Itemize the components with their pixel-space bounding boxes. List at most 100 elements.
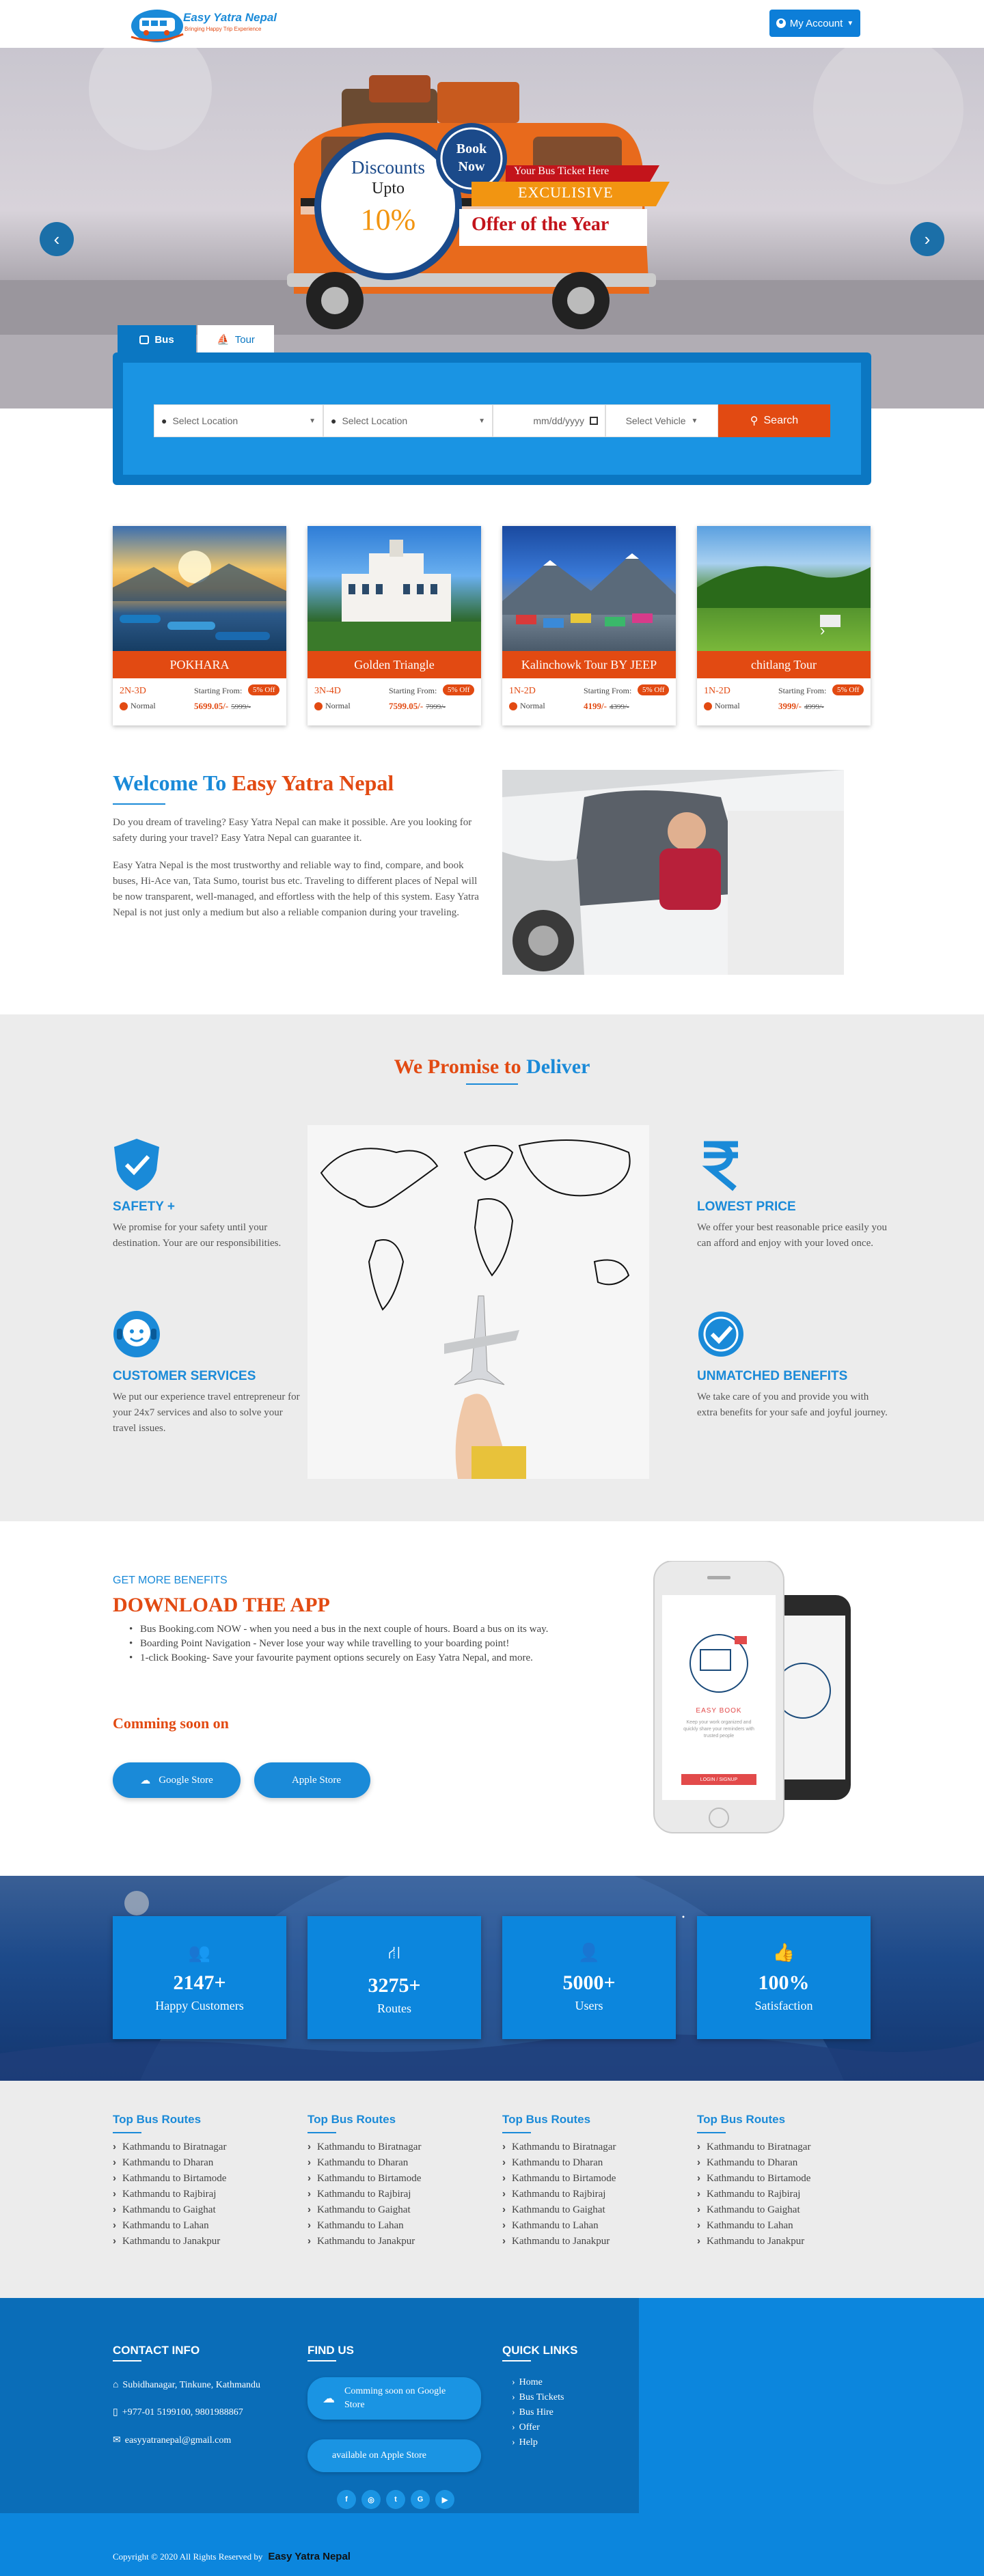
chevron-down-icon: ▼ — [691, 417, 698, 425]
search-button[interactable]: ⚲ Search — [718, 404, 830, 437]
google-icon[interactable]: G — [411, 2490, 430, 2509]
route-link[interactable]: Kathmandu to Janakpur — [113, 2235, 286, 2247]
tour-price-value: 4199/- — [584, 701, 607, 711]
route-link[interactable]: Kathmandu to Biratnagar — [308, 2141, 481, 2153]
route-link[interactable]: Kathmandu to Lahan — [113, 2219, 286, 2232]
route-link[interactable]: Kathmandu to Janakpur — [697, 2235, 871, 2247]
tour-card[interactable]: POKHARA 2N-3D Starting From: 5% Off Norm… — [113, 526, 286, 725]
route-link[interactable]: Kathmandu to Biratnagar — [697, 2141, 871, 2153]
thumbs-up-icon: 👍 — [772, 1942, 795, 1963]
route-link[interactable]: Kathmandu to Gaighat — [502, 2204, 676, 2216]
list-item-text: Bus Booking.com NOW - when you need a bu… — [140, 1624, 549, 1635]
discount-badge: 5% Off — [638, 684, 670, 695]
quick-link-home[interactable]: › Home — [512, 2377, 564, 2388]
route-link[interactable]: Kathmandu to Dharan — [308, 2157, 481, 2169]
route-link[interactable]: Kathmandu to Lahan — [697, 2219, 871, 2232]
route-link[interactable]: Kathmandu to Biratnagar — [502, 2141, 676, 2153]
quick-link-bus-tickets[interactable]: › Bus Tickets — [512, 2392, 564, 2403]
stat-number: 2147+ — [173, 1971, 226, 1994]
tour-image-chitlang: › — [697, 526, 871, 651]
starting-from-label: Starting From: — [389, 686, 437, 695]
tour-card[interactable]: Golden Triangle 3N-4D Starting From: 5% … — [308, 526, 481, 725]
copyright-brand: Easy Yatra Nepal — [268, 2551, 351, 2562]
route-link[interactable]: Kathmandu to Birtamode — [113, 2172, 286, 2185]
user-icon: 👤 — [577, 1942, 601, 1963]
route-link[interactable]: Kathmandu to Dharan — [697, 2157, 871, 2169]
heading-underline — [113, 2132, 141, 2133]
email-link[interactable]: ✉ easyyatranepal@gmail.com — [113, 2435, 231, 2446]
route-link[interactable]: Kathmandu to Gaighat — [697, 2204, 871, 2216]
feature-title: LOWEST PRICE — [697, 1200, 796, 1214]
route-link[interactable]: Kathmandu to Rajbiraj — [308, 2188, 481, 2200]
youtube-icon[interactable]: ▶ — [435, 2490, 454, 2509]
route-link[interactable]: Kathmandu to Janakpur — [308, 2235, 481, 2247]
slider-next-button[interactable]: › — [910, 222, 944, 256]
slider-prev-button[interactable]: ‹ — [40, 222, 74, 256]
footer-apple-store-button[interactable]: available on Apple Store — [308, 2439, 481, 2472]
google-store-button[interactable]: ☁ Google Store — [113, 1762, 241, 1798]
list-item: • 1-click Booking- Save your favourite pa… — [129, 1652, 533, 1663]
from-location-select[interactable]: ● Select Location ▼ — [154, 404, 323, 437]
welcome-title-brand: Easy Yatra Nepal — [232, 771, 394, 795]
stat-number: 3275+ — [368, 1974, 421, 1997]
stat-card-users: 👤 5000+ Users — [502, 1916, 676, 2039]
phone[interactable]: ▯ +977-01 5199100, 9801988867 — [113, 2407, 243, 2418]
category-icon — [120, 702, 128, 710]
footer-google-store-button[interactable]: ☁ Comming soon on Google Store — [308, 2377, 481, 2420]
from-location-placeholder: Select Location — [172, 415, 238, 426]
stat-label: Routes — [377, 2002, 411, 2015]
date-placeholder: mm/dd/yyyy — [533, 415, 584, 426]
tour-old-price: 4999/- — [804, 703, 824, 711]
list-item: • Boarding Point Navigation - Never lose … — [129, 1638, 510, 1649]
route-link[interactable]: Kathmandu to Birtamode — [697, 2172, 871, 2185]
apple-store-button[interactable]: Apple Store — [254, 1762, 370, 1798]
stat-label: Users — [575, 1999, 603, 2012]
route-link[interactable]: Kathmandu to Birtamode — [502, 2172, 676, 2185]
site-header: Easy Yatra Nepal Bringing Happy Trip Exp… — [0, 0, 984, 48]
my-account-button[interactable]: My Account ▼ — [769, 10, 860, 37]
route-link[interactable]: Kathmandu to Gaighat — [113, 2204, 286, 2216]
quick-link-help[interactable]: › Help — [512, 2437, 564, 2448]
route-link[interactable]: Kathmandu to Gaighat — [308, 2204, 481, 2216]
feature-unmatched-benefits: UNMATCHED BENEFITS We take care of you a… — [697, 1307, 888, 1421]
travel-date-input[interactable]: mm/dd/yyyy — [493, 404, 605, 437]
instagram-icon[interactable]: ◎ — [361, 2490, 381, 2509]
tab-tour[interactable]: ⛵ Tour — [197, 325, 274, 354]
route-link[interactable]: Kathmandu to Rajbiraj — [697, 2188, 871, 2200]
route-link[interactable]: Kathmandu to Biratnagar — [113, 2141, 286, 2153]
facebook-icon[interactable]: f — [337, 2490, 356, 2509]
route-link[interactable]: Kathmandu to Rajbiraj — [502, 2188, 676, 2200]
tour-image-golden-triangle — [308, 526, 481, 651]
tour-duration: 1N-2D — [704, 686, 730, 696]
tour-card[interactable]: › chitlang Tour 1N-2D Starting From: 5% … — [697, 526, 871, 725]
google-play-icon: ☁ — [140, 1775, 151, 1786]
tour-price-value: 7599.05/- — [389, 701, 424, 711]
vehicle-select[interactable]: Select Vehicle ▼ — [605, 404, 718, 437]
welcome-car-image — [502, 770, 844, 975]
tour-image-kalinchowk — [502, 526, 676, 651]
list-item: • Bus Booking.com NOW - when you need a b… — [129, 1624, 549, 1635]
feature-title: SAFETY + — [113, 1200, 175, 1214]
apple-store-label: Apple Store — [291, 1774, 342, 1786]
quick-link-offer[interactable]: › Offer — [512, 2422, 564, 2433]
google-play-icon: ☁ — [323, 2391, 335, 2405]
route-link[interactable]: Kathmandu to Rajbiraj — [113, 2188, 286, 2200]
hero-discount-upto: Upto — [372, 180, 405, 197]
route-link[interactable]: Kathmandu to Lahan — [308, 2219, 481, 2232]
footer-apple-store-label: available on Apple Store — [332, 2450, 427, 2461]
route-link[interactable]: Kathmandu to Lahan — [502, 2219, 676, 2232]
tab-bus[interactable]: Bus — [118, 325, 196, 354]
route-link[interactable]: Kathmandu to Dharan — [502, 2157, 676, 2169]
hero-discount-value: 10% — [360, 203, 416, 236]
route-link[interactable]: Kathmandu to Dharan — [113, 2157, 286, 2169]
tour-duration: 3N-4D — [314, 686, 341, 696]
phone-icon: ▯ — [113, 2407, 118, 2418]
twitter-icon[interactable]: t — [386, 2490, 405, 2509]
to-location-select[interactable]: ● Select Location ▼ — [323, 404, 493, 437]
hero-book-label: Book — [456, 141, 487, 156]
tour-card[interactable]: Kalinchowk Tour BY JEEP 1N-2D Starting F… — [502, 526, 676, 725]
quick-link-bus-hire[interactable]: › Bus Hire — [512, 2407, 564, 2418]
route-link[interactable]: Kathmandu to Birtamode — [308, 2172, 481, 2185]
copyright-text: Copyright © 2020 All Rights Reserved by — [113, 2551, 263, 2562]
route-link[interactable]: Kathmandu to Janakpur — [502, 2235, 676, 2247]
